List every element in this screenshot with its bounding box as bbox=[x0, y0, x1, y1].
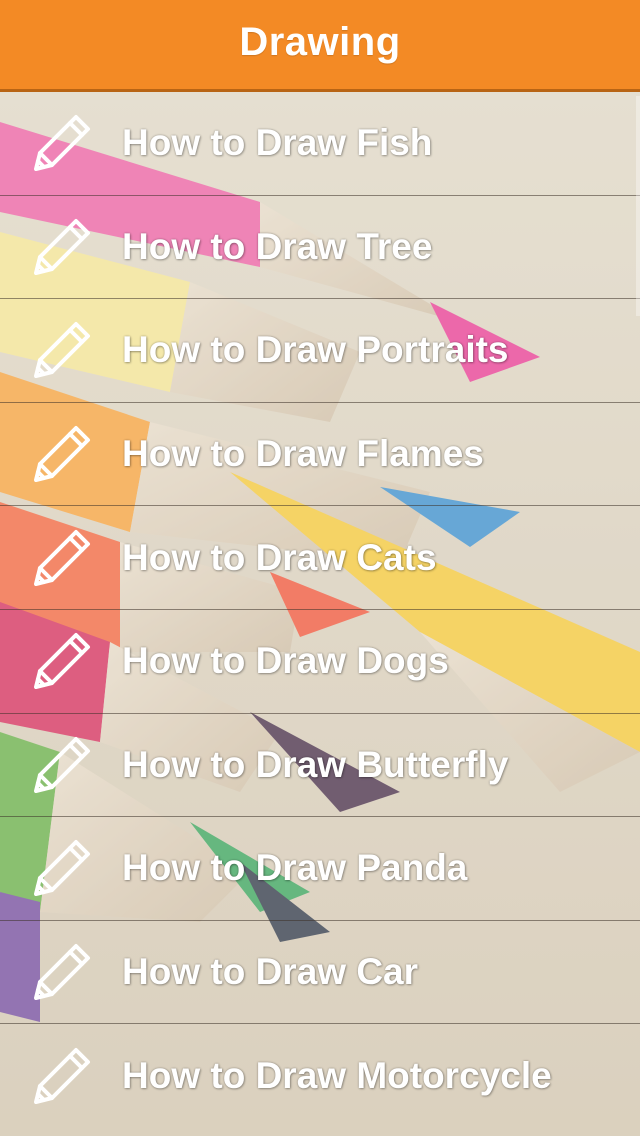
app-header: Drawing bbox=[0, 0, 640, 92]
pencil-icon bbox=[28, 1042, 96, 1110]
pencil-icon bbox=[28, 420, 96, 488]
list-item-label: How to Draw Tree bbox=[122, 225, 433, 267]
pencil-icon bbox=[28, 213, 96, 281]
list-item-tree[interactable]: How to Draw Tree bbox=[0, 196, 640, 300]
pencil-icon bbox=[28, 938, 96, 1006]
topic-list: How to Draw Fish How to Draw Tree How to… bbox=[0, 92, 640, 1128]
list-item-label: How to Draw Cats bbox=[122, 536, 437, 578]
pencil-icon bbox=[28, 627, 96, 695]
list-item-dogs[interactable]: How to Draw Dogs bbox=[0, 610, 640, 714]
list-item-cats[interactable]: How to Draw Cats bbox=[0, 506, 640, 610]
list-item-label: How to Draw Fish bbox=[122, 122, 433, 164]
pencil-icon bbox=[28, 834, 96, 902]
list-item-label: How to Draw Panda bbox=[122, 847, 468, 889]
pencil-icon bbox=[28, 109, 96, 177]
pencil-icon bbox=[28, 524, 96, 592]
list-item-label: How to Draw Car bbox=[122, 951, 419, 993]
pencil-icon bbox=[28, 731, 96, 799]
list-item-motorcycle[interactable]: How to Draw Motorcycle bbox=[0, 1024, 640, 1128]
list-item-panda[interactable]: How to Draw Panda bbox=[0, 817, 640, 921]
list-item-car[interactable]: How to Draw Car bbox=[0, 921, 640, 1025]
list-item-flames[interactable]: How to Draw Flames bbox=[0, 403, 640, 507]
list-item-fish[interactable]: How to Draw Fish bbox=[0, 92, 640, 196]
list-item-butterfly[interactable]: How to Draw Butterfly bbox=[0, 714, 640, 818]
pencil-icon bbox=[28, 316, 96, 384]
list-item-label: How to Draw Portraits bbox=[122, 329, 509, 371]
list-item-label: How to Draw Motorcycle bbox=[122, 1055, 552, 1097]
list-item-label: How to Draw Dogs bbox=[122, 640, 449, 682]
list-item-label: How to Draw Flames bbox=[122, 433, 484, 475]
scroll-indicator bbox=[636, 96, 640, 316]
list-item-label: How to Draw Butterfly bbox=[122, 743, 509, 785]
page-title: Drawing bbox=[239, 20, 401, 64]
list-item-portraits[interactable]: How to Draw Portraits bbox=[0, 299, 640, 403]
